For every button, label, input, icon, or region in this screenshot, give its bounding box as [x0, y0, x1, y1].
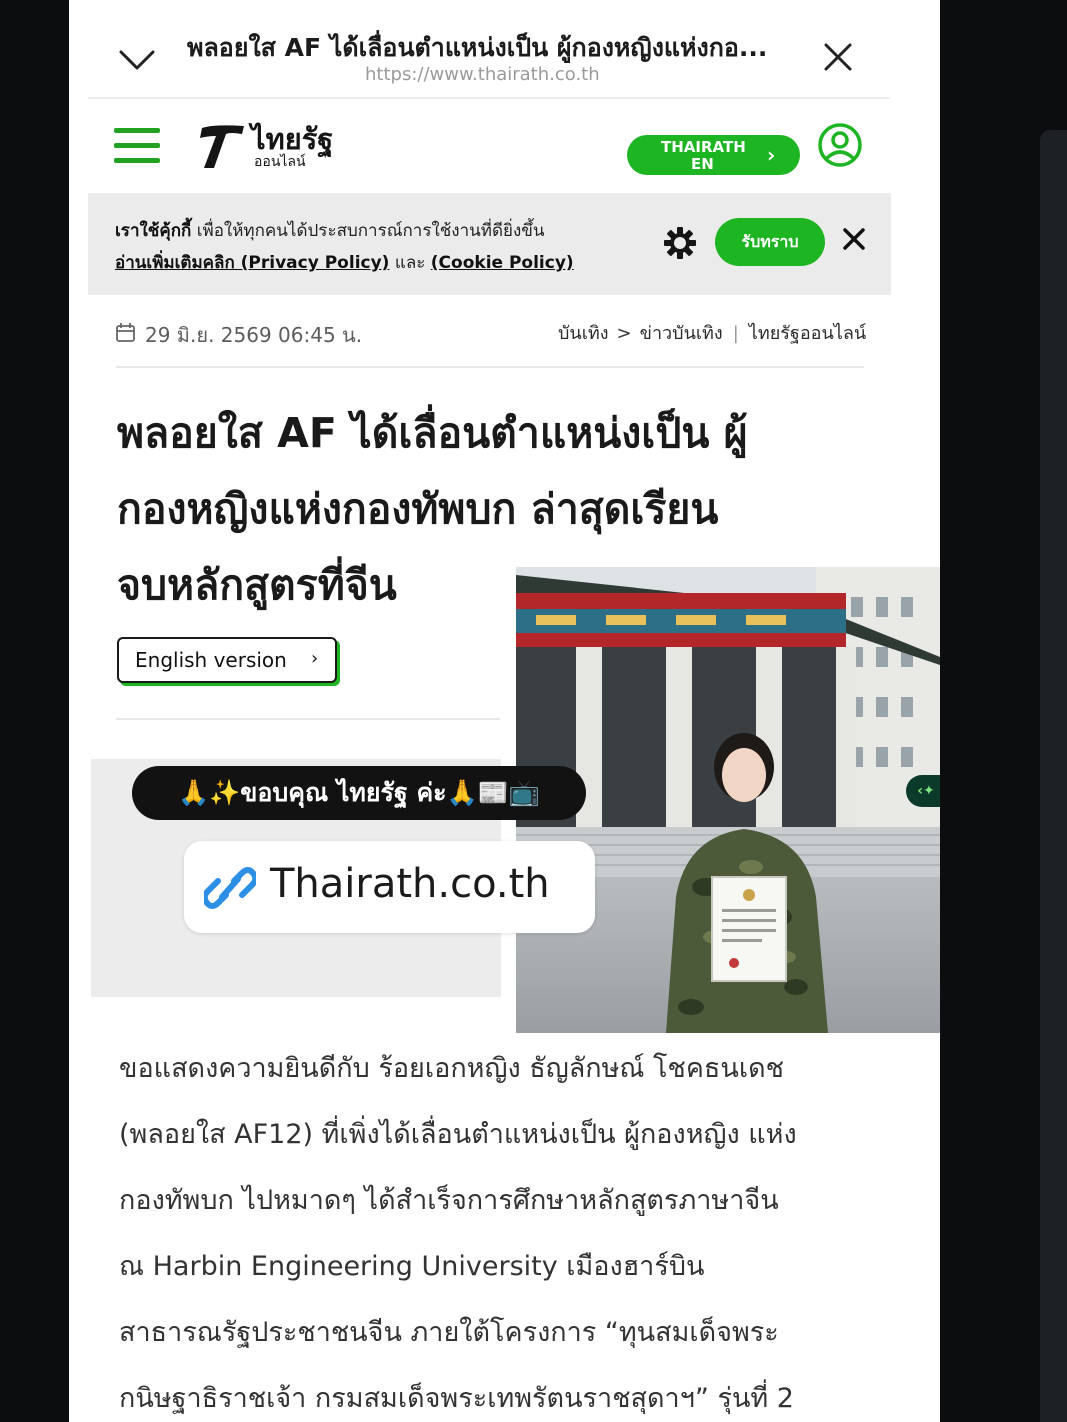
accept-cookies-button[interactable]: รับทราบ — [715, 218, 825, 266]
hamburger-menu-icon[interactable] — [114, 128, 160, 166]
body-line: กองทัพบก ไปหมาดๆ ได้สำเร็จการศึกษาหลักสู… — [119, 1185, 779, 1216]
headline-divider — [116, 718, 500, 720]
body-line: ขอแสดงความยินดีกับ ร้อยเอกหญิง ธัญลักษณ์… — [119, 1053, 784, 1084]
background-app-edge — [1040, 130, 1067, 1422]
logo-subtitle: ออนไลน์ — [254, 154, 306, 170]
cookie-message-text: เพื่อให้ทุกคนได้ประสบการณ์การใช้งานที่ดี… — [191, 221, 545, 241]
breadcrumb-pipe: | — [732, 323, 739, 344]
cookie-policy-link[interactable]: (Cookie Policy) — [431, 253, 574, 273]
link-icon — [204, 867, 256, 909]
english-version-label: English version — [135, 648, 287, 672]
thairath-en-button[interactable]: THAIRATH EN › — [627, 135, 800, 175]
browser-sheet: พลอยใส AF ได้เลื่อนตำแหน่งเป็น ผู้กองหญิ… — [69, 0, 940, 1422]
body-line: ณ Harbin Engineering University เมืองฮาร… — [119, 1251, 705, 1282]
cookie-links: อ่านเพิ่มเติมคลิก (Privacy Policy) และ (… — [115, 249, 574, 276]
gear-icon[interactable] — [663, 226, 697, 260]
publish-date: 29 มิ.ย. 2569 06:45 น. — [145, 323, 363, 347]
calendar-icon — [116, 323, 135, 342]
browser-bar-divider — [88, 97, 890, 99]
article-body: ขอแสดงความยินดีกับ ร้อยเอกหญิง ธัญลักษณ์… — [119, 1036, 899, 1422]
page-url: https://www.thairath.co.th — [365, 64, 600, 85]
close-icon[interactable] — [821, 40, 855, 74]
breadcrumb: บันเทิง > ข่าวบันเทิง | ไทยรัฐออนไลน์ — [558, 318, 866, 347]
tab-title: พลอยใส AF ได้เลื่อนตำแหน่งเป็น ผู้กองหญิ… — [187, 33, 768, 62]
meta-divider — [116, 366, 864, 368]
cookie-message-bold: เราใช้คุ้กกี้ — [115, 221, 192, 241]
chevron-right-icon: › — [311, 648, 319, 669]
cookie-message: เราใช้คุ้กกี้ เพื่อให้ทุกคนได้ประสบการณ์… — [115, 217, 545, 244]
logo-mark-icon — [200, 125, 244, 168]
body-line: สาธารณรัฐประชาชนจีน ภายใต้โครงการ “ทุนสม… — [119, 1317, 779, 1348]
story-link-sticker[interactable]: Thairath.co.th — [184, 841, 595, 933]
side-expand-button[interactable]: ‹✦ — [906, 775, 940, 807]
story-link-text: Thairath.co.th — [270, 861, 550, 907]
story-caption-sticker: 🙏✨ขอบคุณ ไทยรัฐ ค่ะ🙏📰📺 — [132, 766, 586, 820]
breadcrumb-item-entertainment-news[interactable]: ข่าวบันเทิง — [640, 323, 723, 344]
privacy-policy-link[interactable]: อ่านเพิ่มเติมคลิก (Privacy Policy) — [115, 253, 389, 273]
headline-line: กองหญิงแห่งกองทัพบก ล่าสุดเรียน — [117, 485, 719, 533]
breadcrumb-item-entertainment[interactable]: บันเทิง — [558, 323, 609, 344]
headline-line: พลอยใส AF ได้เลื่อนตำแหน่งเป็น ผู้ — [117, 409, 748, 457]
chevron-down-icon[interactable] — [117, 44, 157, 74]
chevron-right-icon: › — [767, 143, 776, 167]
thairath-logo[interactable]: ไทยรัฐ ออนไลน์ — [194, 122, 334, 174]
body-line: กนิษฐาธิราชเจ้า กรมสมเด็จพระเทพรัตนราชสุ… — [119, 1383, 794, 1414]
cookie-links-and: และ — [389, 253, 431, 273]
body-line: (พลอยใส AF12) ที่เพิ่งได้เลื่อนตำแหน่งเป… — [119, 1119, 797, 1150]
logo-name: ไทยรัฐ — [251, 122, 334, 156]
breadcrumb-separator: > — [616, 323, 632, 344]
cookie-banner: เราใช้คุ้กกี้ เพื่อให้ทุกคนได้ประสบการณ์… — [88, 193, 891, 295]
close-banner-icon[interactable] — [840, 225, 868, 253]
user-account-icon[interactable] — [817, 122, 863, 168]
source-label: ไทยรัฐออนไลน์ — [748, 323, 867, 344]
en-button-sublabel: EN — [691, 155, 714, 173]
english-version-button[interactable]: English version › — [117, 637, 337, 683]
en-button-label: THAIRATH — [661, 138, 746, 156]
